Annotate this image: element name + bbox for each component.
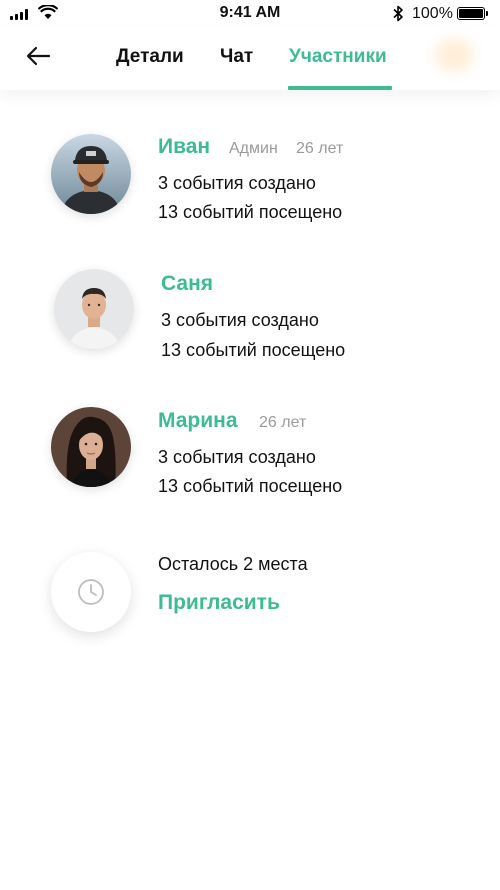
- tab-chat[interactable]: Чат: [220, 46, 253, 68]
- avatar: [51, 407, 131, 487]
- avatar: [51, 134, 131, 214]
- member-age: 26 лет: [296, 140, 344, 157]
- member-name: Марина: [158, 409, 238, 432]
- member-age: 26 лет: [259, 414, 307, 431]
- member-item-ivan[interactable]: Иван Админ 26 лет 3 события создано 13 с…: [0, 130, 500, 230]
- member-attended-count: 13 событий посещено: [158, 476, 343, 496]
- arrow-left-icon: [26, 46, 51, 66]
- seats-left: Осталось 2 места: [158, 554, 308, 574]
- clock-icon: [78, 579, 104, 605]
- member-created-count: 3 события создано: [161, 310, 319, 330]
- person-photo-icon: [51, 407, 131, 487]
- active-tab-indicator: [288, 86, 392, 90]
- tab-details[interactable]: Детали: [116, 46, 184, 68]
- battery-percent: 100%: [412, 5, 453, 22]
- member-role: Админ: [229, 140, 278, 157]
- person-photo-icon: [54, 269, 134, 349]
- member-item-marina[interactable]: Марина 26 лет 3 события создано 13 событ…: [0, 404, 500, 504]
- avatar: [54, 269, 134, 349]
- bluetooth-icon: [393, 5, 403, 22]
- nav-decoration: [434, 38, 474, 72]
- member-created-count: 3 события создано: [158, 173, 316, 193]
- invite-button[interactable]: Пригласить: [158, 591, 280, 615]
- member-attended-count: 13 событий посещено: [158, 202, 343, 222]
- battery-icon: [457, 7, 485, 20]
- member-attended-count: 13 событий посещено: [161, 340, 346, 360]
- status-bar: 9:41 AM 100%: [0, 0, 500, 28]
- nav-bar: Детали Чат Участники: [0, 28, 500, 90]
- tab-members[interactable]: Участники: [289, 46, 387, 68]
- battery-tip: [486, 11, 488, 16]
- person-photo-icon: [51, 134, 131, 214]
- member-name: Саня: [161, 272, 214, 295]
- member-name: Иван: [158, 135, 211, 158]
- invite-slot[interactable]: [51, 552, 131, 632]
- member-item-sanya[interactable]: Саня 3 события создано 13 событий посеще…: [0, 268, 500, 368]
- back-button[interactable]: [22, 40, 54, 72]
- member-created-count: 3 события создано: [158, 447, 316, 467]
